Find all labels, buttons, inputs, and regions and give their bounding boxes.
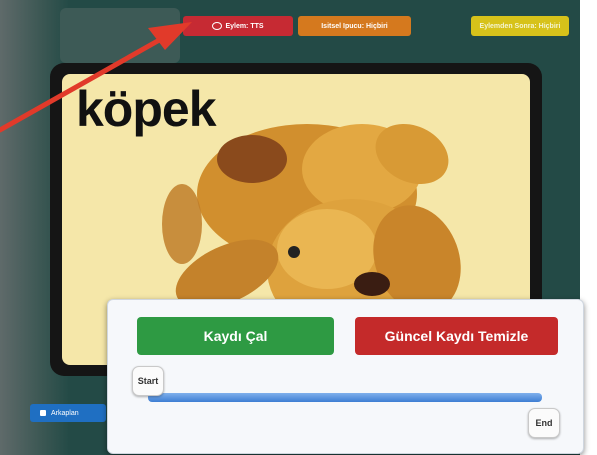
play-recording-button[interactable]: Kaydı Çal	[137, 317, 334, 355]
speech-bubble-icon	[212, 22, 223, 30]
checkbox-icon	[40, 410, 46, 416]
action-tts-label: Eylem: TTS	[225, 22, 264, 30]
after-action-button[interactable]: Eylemden Sonra: Hiçbiri	[471, 16, 569, 36]
start-handle[interactable]: Start	[132, 366, 164, 396]
recording-panel: Kaydı Çal Güncel Kaydı Temizle Start End	[107, 299, 584, 454]
audio-hint-button[interactable]: Isitsel Ipucu: Hiçbiri	[298, 16, 411, 36]
background-label: Arkaplan	[51, 409, 79, 417]
clear-recording-button[interactable]: Güncel Kaydı Temizle	[355, 317, 558, 355]
action-tts-button[interactable]: Eylem: TTS	[183, 16, 293, 36]
end-handle[interactable]: End	[528, 408, 560, 438]
audio-hint-label: Isitsel Ipucu: Hiçbiri	[321, 22, 388, 30]
card-word: köpek	[76, 81, 217, 137]
background-button[interactable]: Arkaplan	[30, 404, 106, 422]
after-action-label: Eylemden Sonra: Hiçbiri	[479, 22, 561, 30]
recording-range-track[interactable]	[148, 393, 542, 402]
blurred-top-element	[60, 8, 180, 63]
